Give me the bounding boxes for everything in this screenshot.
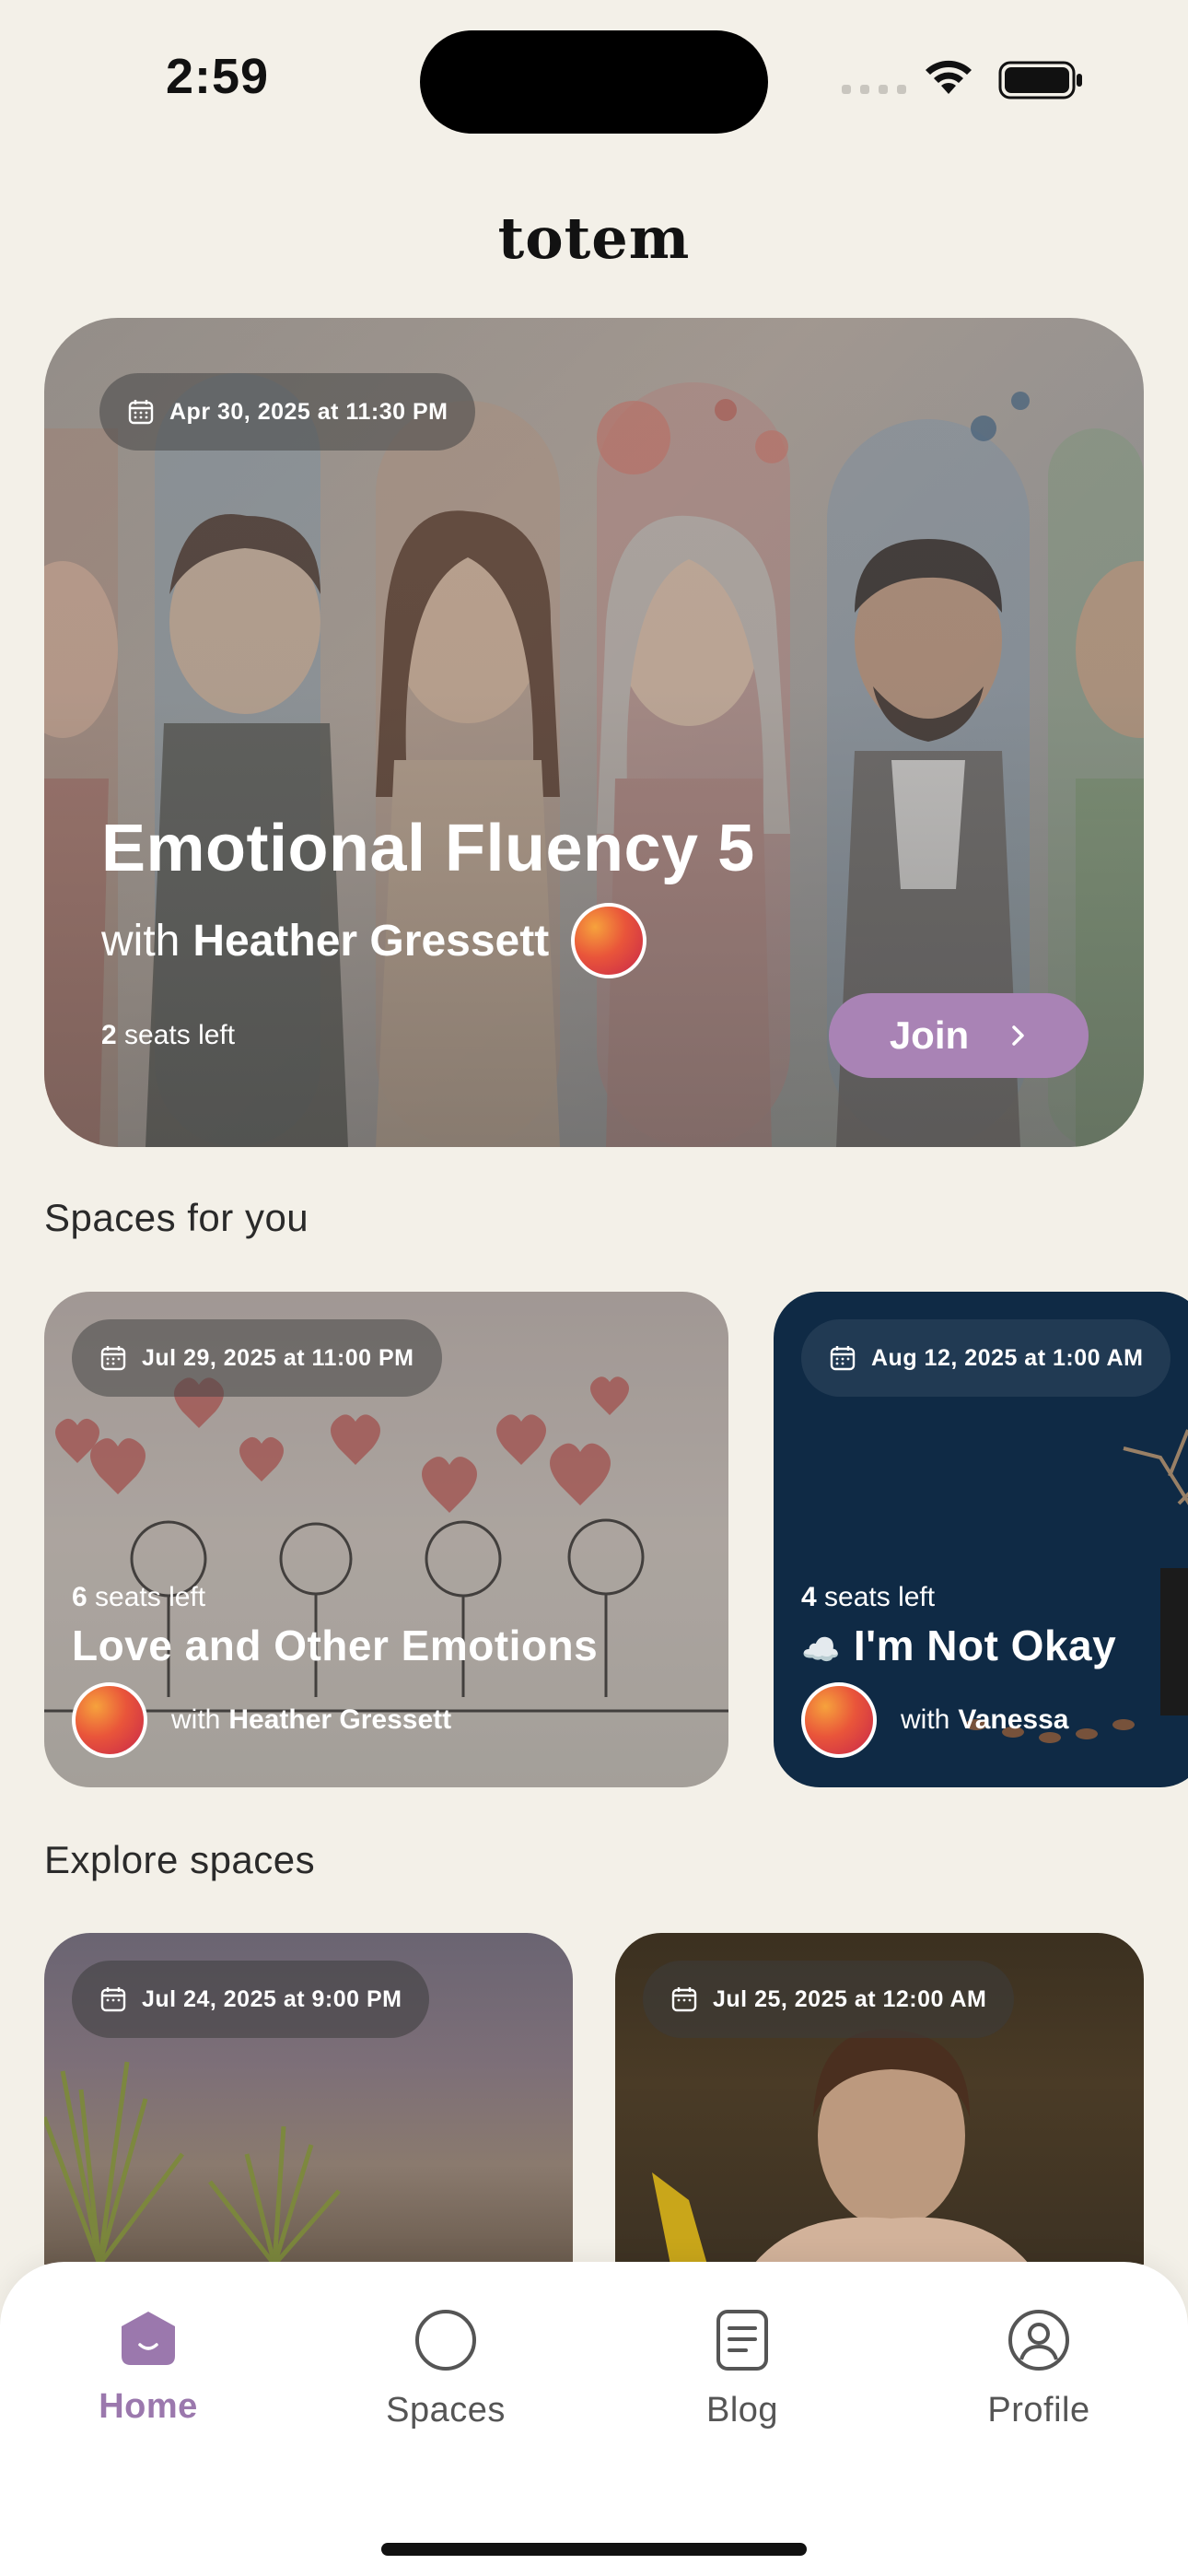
- card-date-badge: Jul 25, 2025 at 12:00 AM: [643, 1961, 1015, 2038]
- circle-icon: [415, 2310, 476, 2371]
- card-date-badge: Aug 12, 2025 at 1:00 AM: [801, 1319, 1171, 1397]
- seat-count: 2: [101, 1020, 117, 1050]
- card-date-text: Jul 29, 2025 at 11:00 PM: [142, 1344, 414, 1371]
- cloud-emoji: ☁️: [801, 1633, 841, 1668]
- wifi-icon: [926, 60, 972, 94]
- tab-label: Profile: [987, 2391, 1090, 2430]
- tab-label: Blog: [705, 2391, 779, 2430]
- card-title: Love and Other Emotions: [72, 1622, 599, 1669]
- tab-blog[interactable]: Blog: [632, 2308, 853, 2430]
- chevron-right-icon: [1012, 1025, 1024, 1046]
- join-button[interactable]: Join: [829, 993, 1089, 1078]
- card-date-text: Jul 24, 2025 at 9:00 PM: [142, 1985, 402, 2012]
- home-icon: [122, 2312, 175, 2365]
- hero-date-badge: Apr 30, 2025 at 11:30 PM: [99, 373, 476, 451]
- host-name: Heather Gressett: [192, 916, 550, 966]
- tab-profile[interactable]: Profile: [928, 2308, 1149, 2430]
- card-seats-left: 4 seats left: [801, 1582, 935, 1613]
- hero-date-text: Apr 30, 2025 at 11:30 PM: [169, 398, 448, 425]
- host-name: Heather Gressett: [228, 1704, 452, 1735]
- app-logo: totem: [497, 205, 691, 272]
- dynamic-island: [420, 30, 768, 134]
- calendar-icon: [128, 400, 154, 425]
- card-date-badge: Jul 24, 2025 at 9:00 PM: [72, 1961, 430, 2038]
- status-time: 2:59: [166, 49, 270, 104]
- tab-spaces[interactable]: Spaces: [335, 2308, 556, 2430]
- document-icon: [716, 2310, 768, 2371]
- calendar-icon: [100, 1346, 126, 1371]
- tab-label: Spaces: [386, 2391, 506, 2430]
- host-avatar: [72, 1682, 147, 1758]
- calendar-icon: [830, 1346, 856, 1371]
- card-host: with Heather Gressett: [72, 1682, 451, 1758]
- seat-count: 6: [72, 1582, 87, 1612]
- host-prefix: with: [101, 916, 181, 966]
- status-bar: 2:59: [0, 0, 1188, 147]
- join-label: Join: [889, 1013, 970, 1057]
- host-prefix: with: [171, 1704, 221, 1735]
- tab-home[interactable]: Home: [38, 2308, 259, 2427]
- featured-space-card[interactable]: Apr 30, 2025 at 11:30 PM Emotional Fluen…: [44, 318, 1144, 1147]
- profile-icon: [1008, 2310, 1069, 2371]
- calendar-icon: [671, 1987, 697, 2012]
- card-date-badge: Jul 29, 2025 at 11:00 PM: [72, 1319, 442, 1397]
- card-title: ☁️ I'm Not Okay: [801, 1621, 1116, 1670]
- home-indicator: [381, 2543, 807, 2556]
- tab-label: Home: [99, 2387, 198, 2426]
- seat-label: seats left: [95, 1582, 206, 1612]
- hero-title: Emotional Fluency 5: [101, 812, 755, 885]
- battery-icon: [998, 61, 1082, 100]
- tab-bar: Home Spaces Blog Profile: [0, 2262, 1188, 2576]
- cellular-signal-icon: [842, 85, 906, 94]
- card-host: with Vanessa: [801, 1682, 1068, 1758]
- seat-label: seats left: [124, 1020, 236, 1050]
- host-avatar: [801, 1682, 877, 1758]
- card-date-text: Aug 12, 2025 at 1:00 AM: [871, 1344, 1144, 1371]
- card-date-text: Jul 25, 2025 at 12:00 AM: [713, 1985, 987, 2012]
- host-avatar[interactable]: [571, 903, 647, 978]
- explore-card-2[interactable]: Jul 25, 2025 at 12:00 AM: [615, 1933, 1144, 2265]
- card-title-text: I'm Not Okay: [853, 1622, 1117, 1669]
- seat-label: seats left: [824, 1582, 936, 1612]
- section-title-explore-spaces: Explore spaces: [44, 1838, 316, 1881]
- section-title-spaces-for-you: Spaces for you: [44, 1196, 309, 1239]
- hero-host: with Heather Gressett: [101, 903, 647, 978]
- space-card-love-and-other-emotions[interactable]: Jul 29, 2025 at 11:00 PM 6 seats left Lo…: [44, 1292, 728, 1787]
- space-card-im-not-okay[interactable]: Aug 12, 2025 at 1:00 AM 4 seats left ☁️ I…: [774, 1292, 1188, 1787]
- calendar-icon: [100, 1987, 126, 2012]
- hero-seats-left: 2 seats left: [101, 1020, 235, 1051]
- explore-card-1[interactable]: Jul 24, 2025 at 9:00 PM: [44, 1933, 573, 2265]
- card-seats-left: 6 seats left: [72, 1582, 205, 1613]
- host-prefix: with: [901, 1704, 950, 1735]
- host-name: Vanessa: [958, 1704, 1069, 1735]
- seat-count: 4: [801, 1582, 817, 1612]
